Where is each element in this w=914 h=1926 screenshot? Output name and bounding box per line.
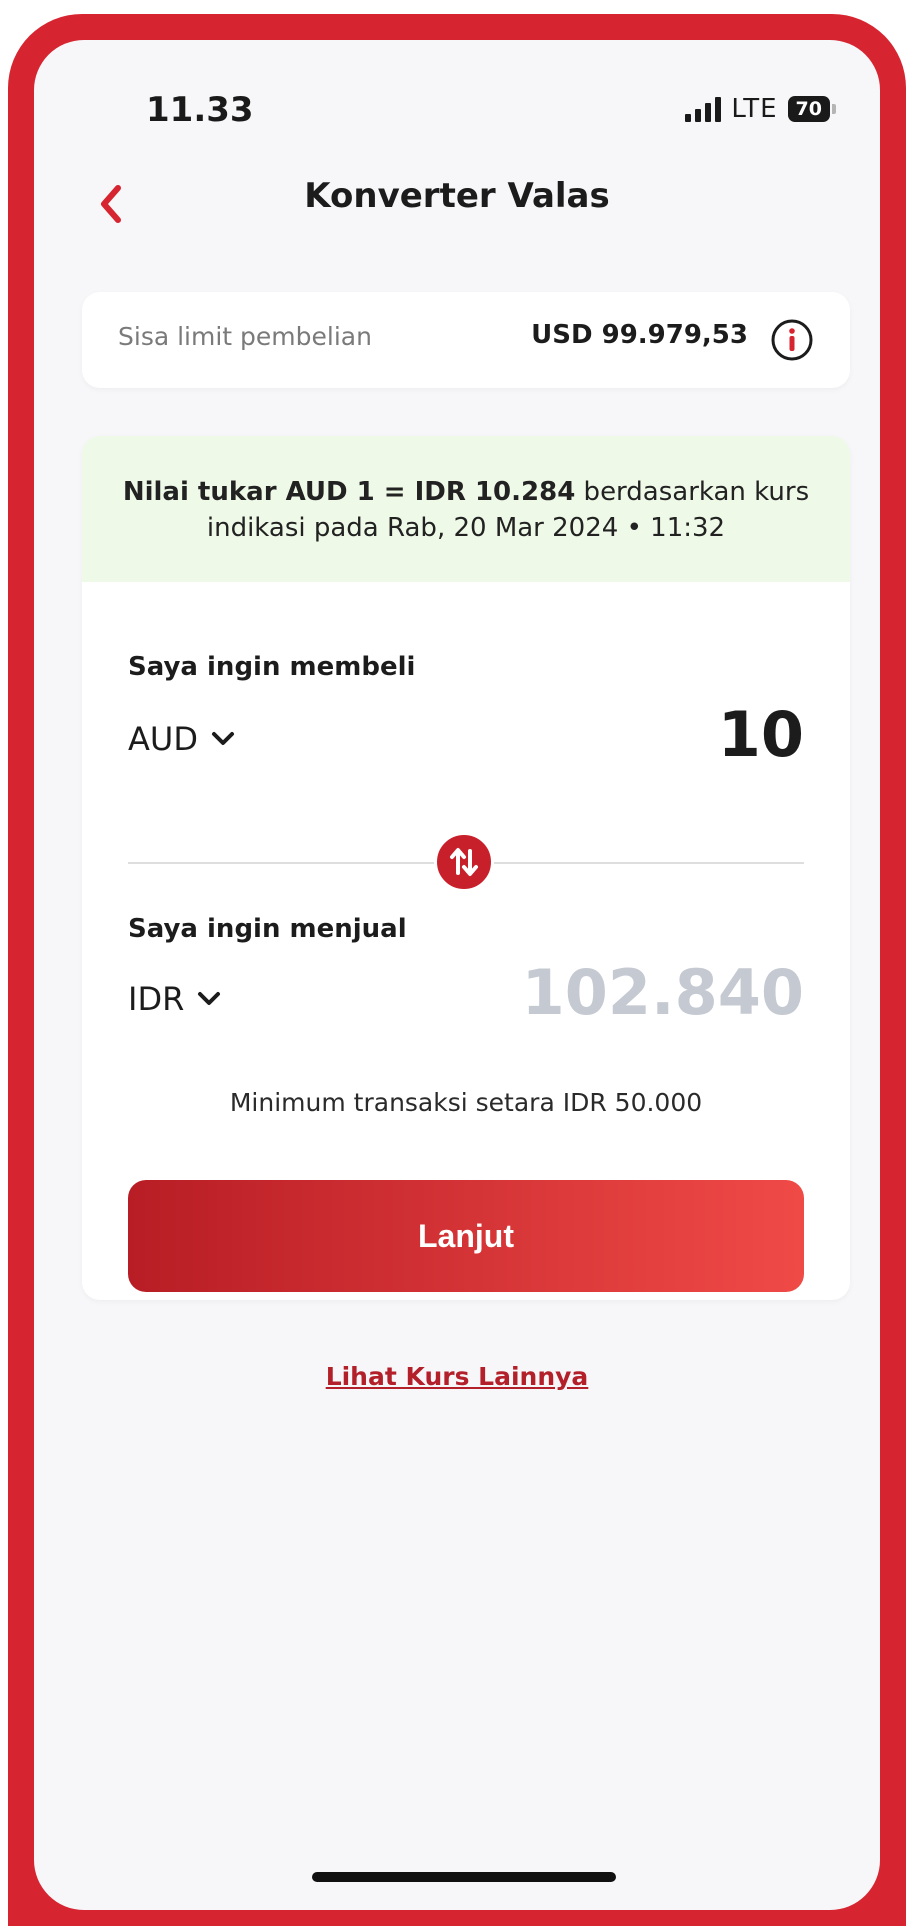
sell-label: Saya ingin menjual <box>128 914 407 944</box>
rate-line-1: Nilai tukar AUD 1 = IDR 10.284 berdasark… <box>82 474 850 510</box>
limit-value: USD 99.979,53 <box>531 320 748 350</box>
battery-icon: 70 <box>787 96 836 122</box>
purchase-limit-card: Sisa limit pembelian USD 99.979,53 <box>82 292 850 388</box>
more-rates-link[interactable]: Lihat Kurs Lainnya <box>34 1362 880 1391</box>
swap-button[interactable] <box>434 832 494 892</box>
buy-currency-select[interactable]: AUD <box>128 720 236 758</box>
status-indicators: LTE 70 <box>685 94 836 124</box>
signal-icon <box>685 96 722 122</box>
sell-amount-input[interactable]: 102.840 <box>522 956 804 1029</box>
status-time: 11.33 <box>146 90 254 130</box>
rate-rest: berdasarkan kurs <box>575 477 810 507</box>
chevron-down-icon <box>211 732 234 745</box>
phone-body: 11.33 LTE 70 Konverter Valas Sisa limit … <box>8 14 906 1926</box>
minimum-transaction-note: Minimum transaksi setara IDR 50.000 <box>229 1088 703 1117</box>
app-screen: 11.33 LTE 70 Konverter Valas Sisa limit … <box>34 40 880 1910</box>
continue-button[interactable]: Lanjut <box>128 1180 804 1292</box>
info-button[interactable] <box>770 318 814 362</box>
rate-bold: Nilai tukar AUD 1 = IDR 10.284 <box>122 477 576 507</box>
sell-currency-code: IDR <box>128 980 185 1018</box>
limit-label: Sisa limit pembelian <box>118 322 372 351</box>
buy-label: Saya ingin membeli <box>128 652 416 682</box>
sell-currency-select[interactable]: IDR <box>128 980 222 1018</box>
buy-currency-code: AUD <box>128 720 198 758</box>
battery-level: 70 <box>787 96 830 122</box>
exchange-rate-banner: Nilai tukar AUD 1 = IDR 10.284 berdasark… <box>82 436 850 582</box>
device-frame: 11.33 LTE 70 Konverter Valas Sisa limit … <box>0 0 914 1926</box>
converter-card: Nilai tukar AUD 1 = IDR 10.284 berdasark… <box>82 436 850 1300</box>
page-title: Konverter Valas <box>304 176 610 216</box>
chevron-down-icon <box>198 992 221 1005</box>
swap-arrows-icon <box>450 848 478 876</box>
home-indicator[interactable] <box>312 1872 616 1882</box>
info-icon <box>771 319 813 361</box>
rate-line-2: indikasi pada Rab, 20 Mar 2024 • 11:32 <box>206 513 726 543</box>
network-type: LTE <box>731 94 778 124</box>
buy-amount-input[interactable]: 10 <box>718 698 804 771</box>
